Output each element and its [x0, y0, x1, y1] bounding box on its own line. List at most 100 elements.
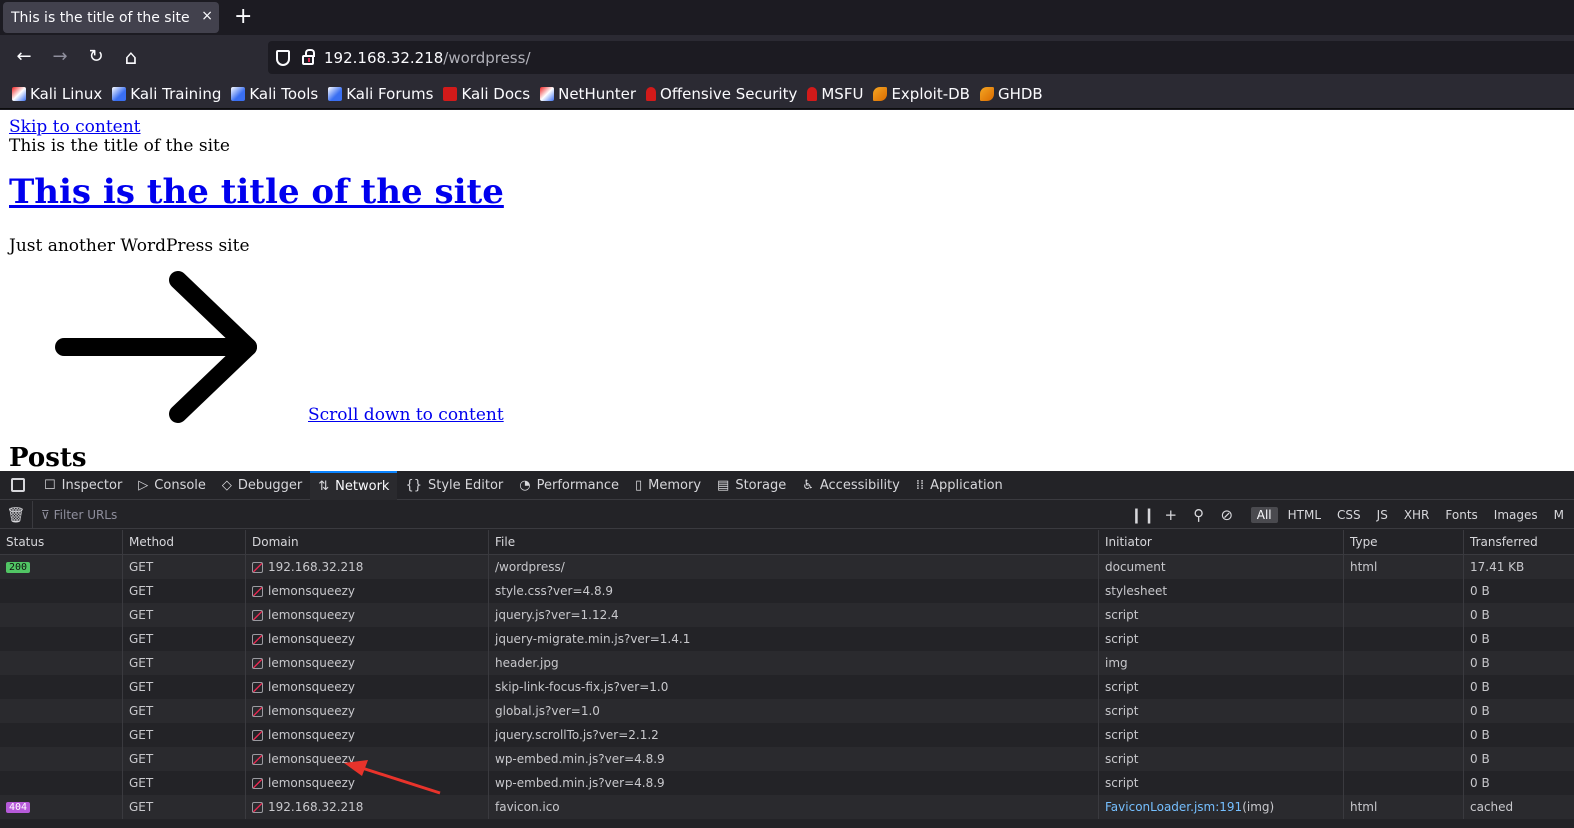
bookmark-ghdb[interactable]: GHDB: [979, 85, 1043, 103]
column-header-transferred[interactable]: Transferred: [1464, 530, 1574, 554]
network-toolbar: 🗑 ⊽ Filter URLs ❙❙ + ⚲ ⊘ All HTML CSS JS…: [0, 500, 1574, 529]
url-bar[interactable]: 192.168.32.218/wordpress/: [268, 41, 1574, 74]
site-title-link[interactable]: This is the title of the site: [9, 172, 504, 212]
table-row[interactable]: GET lemonsqueezy jquery.js?ver=1.12.4 scrip…: [0, 603, 1574, 627]
filter-media[interactable]: M: [1548, 507, 1570, 523]
type-filters: All HTML CSS JS XHR Fonts Images M: [1250, 506, 1574, 523]
table-row[interactable]: 200 GET 192.168.32.218/wordpress/document h…: [0, 555, 1574, 579]
filter-fonts[interactable]: Fonts: [1439, 507, 1483, 523]
tab-network[interactable]: ⇅ Network: [310, 470, 398, 500]
column-header-method[interactable]: Method: [123, 530, 246, 554]
initiator-text: script: [1105, 608, 1139, 622]
close-icon[interactable]: ×: [201, 8, 213, 24]
bookmark-kali-tools[interactable]: Kali Tools: [231, 85, 318, 103]
cell-transferred: 0 B: [1470, 752, 1490, 766]
table-row[interactable]: GET lemonsqueezy skip-link-focus-fix.js?ve…: [0, 675, 1574, 699]
new-tab-button[interactable]: +: [234, 4, 252, 29]
column-header-initiator[interactable]: Initiator: [1099, 530, 1344, 554]
domain-text: lemonsqueezy: [268, 584, 355, 598]
cell-transferred: 0 B: [1470, 680, 1490, 694]
cell-status: [0, 747, 123, 771]
posts-heading: Posts: [9, 443, 87, 471]
table-row[interactable]: GET lemonsqueezy style.css?ver=4.8.9 styles…: [0, 579, 1574, 603]
table-row[interactable]: GET lemonsqueezy wp-embed.min.js?ver=4.8.9…: [0, 747, 1574, 771]
column-header-type[interactable]: Type: [1344, 530, 1464, 554]
insecure-connection-icon: [252, 633, 263, 645]
filter-html[interactable]: HTML: [1282, 507, 1327, 523]
inspector-icon: ☐: [44, 477, 56, 493]
kali-blue-icon: [231, 87, 246, 101]
skip-to-content-link[interactable]: Skip to content: [9, 117, 141, 137]
cell-file: wp-embed.min.js?ver=4.8.9: [489, 747, 1099, 771]
bookmark-offensive-security[interactable]: Offensive Security: [646, 85, 797, 103]
browser-tab[interactable]: This is the title of the site — J ×: [3, 2, 219, 33]
cell-method: GET: [123, 555, 246, 579]
table-row[interactable]: GET lemonsqueezy global.js?ver=1.0 script 0 …: [0, 699, 1574, 723]
cell-file: style.css?ver=4.8.9: [489, 579, 1099, 603]
arrow-right-icon[interactable]: [50, 268, 270, 428]
bookmark-nethunter[interactable]: NetHunter: [540, 85, 636, 103]
table-row[interactable]: GET lemonsqueezy header.jpg img 0 B: [0, 651, 1574, 675]
domain-text: lemonsqueezy: [268, 704, 355, 718]
column-header-domain[interactable]: Domain: [246, 530, 489, 554]
domain-text: 192.168.32.218: [268, 560, 364, 574]
tab-accessibility[interactable]: ♿ Accessibility: [794, 471, 908, 500]
filter-css[interactable]: CSS: [1331, 507, 1367, 523]
lock-insecure-icon[interactable]: [302, 48, 315, 65]
cell-method: GET: [123, 579, 246, 603]
column-header-status[interactable]: Status: [0, 530, 123, 554]
reload-icon[interactable]: ↻: [84, 45, 108, 69]
filter-images[interactable]: Images: [1488, 507, 1544, 523]
insecure-connection-icon: [252, 801, 263, 813]
home-icon[interactable]: ⌂: [119, 45, 143, 69]
filter-all[interactable]: All: [1250, 506, 1278, 523]
bookmark-exploit-db[interactable]: Exploit-DB: [873, 85, 970, 103]
element-picker-button[interactable]: [0, 471, 36, 500]
filter-js[interactable]: JS: [1371, 507, 1394, 523]
url-path: /wordpress/: [443, 48, 531, 67]
cell-file: header.jpg: [489, 651, 1099, 675]
initiator-link[interactable]: FaviconLoader.jsm:191: [1105, 800, 1242, 814]
insecure-connection-icon: [252, 681, 263, 693]
bookmark-kali-forums[interactable]: Kali Forums: [328, 85, 433, 103]
filter-xhr[interactable]: XHR: [1398, 507, 1436, 523]
cell-transferred: 0 B: [1470, 656, 1490, 670]
plus-icon[interactable]: +: [1157, 506, 1185, 524]
block-icon[interactable]: ⊘: [1213, 506, 1241, 524]
initiator-text: document: [1105, 560, 1166, 574]
cell-type: [1344, 747, 1464, 771]
bookmark-kali-training[interactable]: Kali Training: [112, 85, 221, 103]
insecure-connection-icon: [252, 585, 263, 597]
forward-arrow-icon[interactable]: →: [48, 45, 72, 69]
bookmark-kali-docs[interactable]: Kali Docs: [443, 85, 530, 103]
debugger-icon: ◇: [221, 477, 232, 493]
shield-icon[interactable]: [276, 49, 290, 66]
tab-memory[interactable]: ▯ Memory: [627, 471, 709, 500]
tab-storage[interactable]: ▤ Storage: [709, 471, 794, 500]
tab-application[interactable]: ⁞⁞ Application: [908, 471, 1011, 500]
tab-performance[interactable]: ◔ Performance: [511, 471, 627, 500]
bookmark-msfu[interactable]: MSFU: [807, 85, 863, 103]
table-row[interactable]: GET lemonsqueezy jquery-migrate.min.js?ver…: [0, 627, 1574, 651]
initiator-text: script: [1105, 728, 1139, 742]
cell-status: 404: [0, 795, 123, 819]
search-icon[interactable]: ⚲: [1185, 506, 1213, 524]
tab-console[interactable]: ▷ Console: [130, 471, 214, 500]
tab-inspector[interactable]: ☐ Inspector: [36, 471, 130, 500]
cell-status: [0, 603, 123, 627]
tab-style-editor[interactable]: {} Style Editor: [397, 471, 511, 500]
filter-urls-input[interactable]: ⊽ Filter URLs: [41, 508, 1129, 522]
cell-initiator: FaviconLoader.jsm:191 (img): [1099, 795, 1344, 819]
scroll-down-link[interactable]: Scroll down to content: [308, 405, 504, 425]
table-row[interactable]: 404 GET 192.168.32.218 favicon.ico FaviconLo…: [0, 795, 1574, 819]
table-header: Status Method Domain File Initiator Type…: [0, 530, 1574, 555]
table-row[interactable]: GET lemonsqueezy wp-embed.min.js?ver=4.8.9…: [0, 771, 1574, 795]
tab-debugger[interactable]: ◇ Debugger: [214, 471, 310, 500]
table-row[interactable]: GET lemonsqueezy jquery.scrollTo.js?ver=2.…: [0, 723, 1574, 747]
cell-domain: lemonsqueezy: [246, 675, 489, 699]
column-header-file[interactable]: File: [489, 530, 1099, 554]
bookmark-kali-linux[interactable]: Kali Linux: [12, 85, 102, 103]
trash-icon[interactable]: 🗑: [0, 500, 34, 529]
back-arrow-icon[interactable]: ←: [12, 45, 36, 69]
pause-icon[interactable]: ❙❙: [1129, 506, 1157, 524]
